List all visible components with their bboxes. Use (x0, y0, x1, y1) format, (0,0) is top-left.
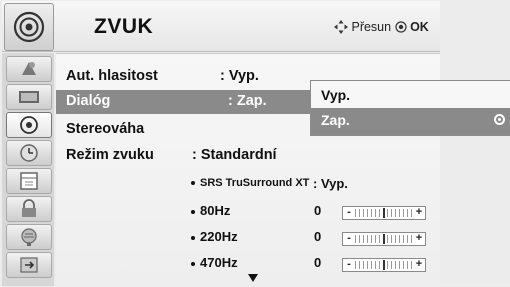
input-icon[interactable] (6, 252, 52, 278)
plus-icon: + (415, 258, 423, 270)
eq-label: 220Hz (200, 229, 238, 244)
ok-hint-label: OK (410, 20, 429, 34)
minus-icon: - (347, 232, 351, 244)
picture-icon[interactable] (6, 56, 52, 82)
eq-80hz[interactable]: 80Hz (191, 203, 230, 218)
bullet-icon (191, 181, 195, 186)
minus-icon: - (347, 258, 351, 270)
option-label: Vyp. (321, 87, 351, 103)
move-hint-label: Přesun (351, 20, 392, 34)
speaker-icon (4, 3, 54, 51)
ok-button-icon (394, 21, 407, 33)
clock-icon[interactable] (6, 140, 52, 166)
menu-item-dialog[interactable]: Dialóg (66, 93, 110, 109)
lock-icon[interactable] (6, 196, 52, 222)
menu-item-stereo-balance[interactable]: Stereováha (66, 121, 144, 137)
option-label: Zap. (321, 112, 350, 128)
page-title: ZVUK (94, 15, 154, 38)
dialog-options-popup: Vyp. Zap. (310, 80, 510, 136)
slider-knob[interactable] (383, 208, 385, 218)
slider-knob[interactable] (383, 234, 385, 244)
menu-item-sound-mode[interactable]: Režim zvuku (66, 147, 154, 163)
eq-value: 0 (314, 229, 322, 244)
plus-icon: + (415, 232, 423, 244)
menu-item-label: Stereováha (66, 121, 145, 137)
eq-slider[interactable]: - + (342, 258, 426, 272)
radio-selected-icon (494, 114, 505, 125)
bullet-icon (191, 235, 195, 240)
bullet-icon (191, 261, 195, 266)
slider-knob[interactable] (383, 260, 385, 270)
osd-frame: ZVUK Přesun OK Aut. hlasitost: Vyp. Dia… (0, 0, 510, 287)
srs-setting[interactable]: SRS TruSurround XT (191, 177, 309, 189)
calendar-icon[interactable] (6, 168, 52, 194)
srs-label: SRS TruSurround XT (200, 177, 310, 189)
screen-icon[interactable] (6, 84, 52, 110)
bullet-icon (191, 209, 195, 214)
globe-icon[interactable] (6, 224, 52, 250)
eq-value: 0 (314, 255, 322, 270)
minus-icon: - (347, 206, 351, 218)
dpad-icon (334, 20, 348, 34)
menu-item-label: Dialóg (66, 93, 111, 109)
eq-470hz[interactable]: 470Hz (191, 255, 238, 270)
eq-slider[interactable]: - + (342, 232, 426, 246)
menu-item-value: : Vyp. (220, 68, 259, 84)
menu-item-value: : Standardní (192, 147, 277, 163)
eq-slider[interactable]: - + (342, 206, 426, 220)
speaker-icon[interactable] (6, 112, 52, 138)
eq-label: 80Hz (200, 203, 231, 218)
menu-item-label: Aut. hlasitost (66, 68, 158, 84)
eq-value: 0 (314, 203, 322, 218)
menu-category-strip (2, 53, 54, 286)
menu-header: ZVUK Přesun OK (2, 1, 440, 52)
navigation-hint: Přesun OK (334, 20, 429, 34)
option-on[interactable]: Zap. (311, 108, 510, 135)
eq-220hz[interactable]: 220Hz (191, 229, 238, 244)
srs-value: : Vyp. (313, 176, 348, 191)
plus-icon: + (415, 206, 423, 218)
menu-item-label: Režim zvuku (66, 147, 154, 163)
menu-item-auto-volume[interactable]: Aut. hlasitost (66, 68, 158, 84)
option-off[interactable]: Vyp. (311, 83, 510, 107)
menu-item-value: : Zap. (228, 93, 267, 109)
eq-label: 470Hz (200, 255, 238, 270)
scroll-down-arrow-icon[interactable] (248, 274, 258, 282)
